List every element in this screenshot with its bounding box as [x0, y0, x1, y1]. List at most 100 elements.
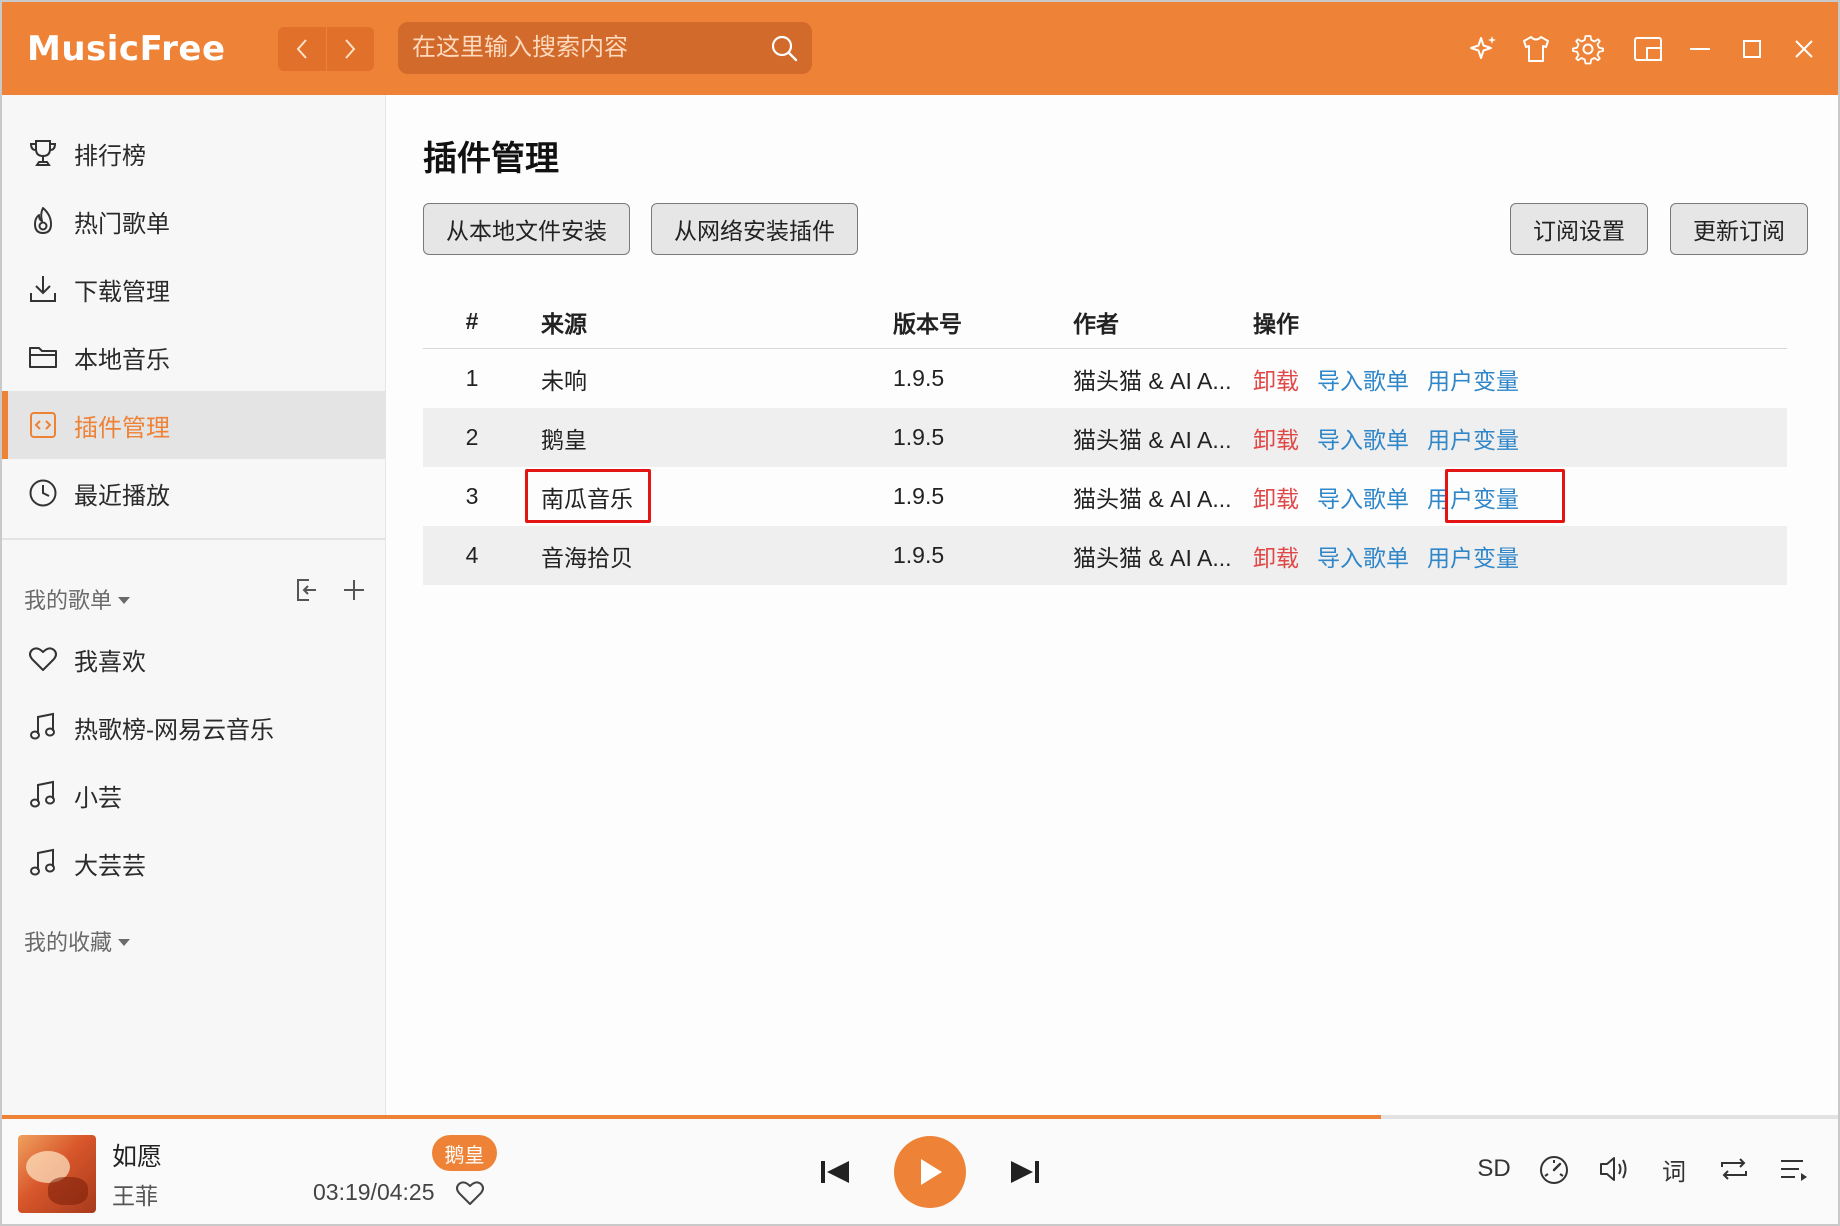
playlist-queue-button[interactable] — [1764, 1145, 1824, 1193]
table-header: # 来源 版本号 作者 操作 — [423, 295, 1787, 349]
search-box — [398, 22, 812, 74]
app-logo: MusicFree — [27, 29, 226, 69]
uninstall-link[interactable]: 卸载 — [1253, 421, 1299, 455]
header-source: 来源 — [541, 310, 587, 337]
sparkle-button[interactable] — [1458, 23, 1510, 75]
playlist-item[interactable]: 小芸 — [2, 761, 386, 829]
user-variables-link[interactable]: 用户变量 — [1427, 539, 1519, 573]
repeat-button[interactable] — [1704, 1145, 1764, 1193]
row-index: 4 — [465, 542, 479, 568]
playlist-label: 小芸 — [74, 784, 122, 812]
user-variables-link[interactable]: 用户变量 — [1427, 421, 1519, 455]
folder-icon — [26, 340, 60, 374]
history-nav — [278, 27, 374, 71]
previous-button[interactable] — [814, 1151, 856, 1193]
sidebar-item-downloads[interactable]: 下载管理 — [2, 255, 386, 323]
search-icon[interactable] — [770, 34, 798, 62]
add-playlist-button[interactable] — [337, 573, 371, 607]
album-cover[interactable] — [18, 1135, 96, 1213]
music-note-icon — [26, 846, 60, 880]
song-artist: 王菲 — [112, 1183, 158, 1209]
playlist-label: 大芸芸 — [74, 852, 146, 880]
plugin-table: # 来源 版本号 作者 操作 1 未响 1.9.5 猫头猫 & AI A... … — [423, 295, 1787, 585]
close-button[interactable] — [1778, 23, 1830, 75]
theme-button[interactable] — [1510, 23, 1562, 75]
minimize-icon — [1690, 47, 1710, 50]
header-version: 版本号 — [893, 310, 962, 337]
uninstall-link[interactable]: 卸载 — [1253, 480, 1299, 514]
settings-button[interactable] — [1562, 23, 1614, 75]
user-variables-link[interactable]: 用户变量 — [1427, 480, 1519, 514]
page-title: 插件管理 — [423, 140, 559, 178]
subscription-settings-button[interactable]: 订阅设置 — [1510, 203, 1648, 255]
playlist-item-favorites[interactable]: 我喜欢 — [2, 625, 386, 693]
sidebar-item-plugins[interactable]: 插件管理 — [2, 391, 386, 459]
my-favorites-header[interactable]: 我的收藏 — [24, 925, 131, 957]
play-button[interactable] — [894, 1136, 966, 1208]
import-playlist-button[interactable] — [289, 573, 323, 607]
player-tools: SD 词 — [1464, 1145, 1824, 1193]
speedometer-icon — [1540, 1156, 1568, 1184]
search-input[interactable] — [412, 22, 752, 74]
row-source: 南瓜音乐 — [541, 485, 633, 512]
maximize-button[interactable] — [1726, 23, 1778, 75]
table-row: 4 音海拾贝 1.9.5 猫头猫 & AI A... 卸载 导入歌单 用户变量 — [423, 526, 1787, 585]
playlist-item[interactable]: 热歌榜-网易云音乐 — [2, 693, 386, 761]
sidebar-item-hot-playlists[interactable]: 热门歌单 — [2, 187, 386, 255]
tshirt-icon — [1523, 35, 1549, 62]
row-author: 猫头猫 & AI A... — [1073, 367, 1232, 394]
import-playlist-link[interactable]: 导入歌单 — [1317, 362, 1409, 396]
my-playlists-header[interactable]: 我的歌单 — [24, 583, 131, 615]
sidebar-item-recent[interactable]: 最近播放 — [2, 459, 386, 527]
table-row: 3 南瓜音乐 1.9.5 猫头猫 & AI A... 卸载 导入歌单 用户变量 — [423, 467, 1787, 526]
mini-mode-button[interactable] — [1622, 23, 1674, 75]
sidebar-divider — [2, 538, 386, 540]
playlist-item[interactable]: 大芸芸 — [2, 829, 386, 897]
user-variables-link[interactable]: 用户变量 — [1427, 362, 1519, 396]
forward-button[interactable] — [325, 27, 375, 71]
maximize-icon — [1743, 39, 1761, 58]
gear-icon — [1572, 34, 1604, 64]
repeat-icon — [1721, 1158, 1747, 1180]
speed-button[interactable] — [1524, 1145, 1584, 1193]
heart-icon[interactable] — [454, 1177, 486, 1209]
next-button[interactable] — [1004, 1151, 1046, 1193]
uninstall-link[interactable]: 卸载 — [1253, 539, 1299, 573]
update-subscription-button[interactable]: 更新订阅 — [1670, 203, 1808, 255]
minimize-button[interactable] — [1674, 23, 1726, 75]
import-playlist-link[interactable]: 导入歌单 — [1317, 539, 1409, 573]
sidebar-item-label: 插件管理 — [74, 414, 170, 442]
my-playlists-label: 我的歌单 — [24, 588, 113, 613]
row-version: 1.9.5 — [893, 542, 945, 568]
install-network-button[interactable]: 从网络安装插件 — [651, 203, 858, 255]
back-button[interactable] — [278, 27, 326, 71]
playlist-label: 我喜欢 — [74, 648, 146, 676]
table-row: 1 未响 1.9.5 猫头猫 & AI A... 卸载 导入歌单 用户变量 — [423, 349, 1787, 408]
sidebar-item-label: 排行榜 — [74, 142, 146, 170]
import-playlist-link[interactable]: 导入歌单 — [1317, 480, 1409, 514]
row-author: 猫头猫 & AI A... — [1073, 426, 1232, 453]
sidebar-item-charts[interactable]: 排行榜 — [2, 119, 386, 187]
volume-button[interactable] — [1584, 1145, 1644, 1193]
row-version: 1.9.5 — [893, 365, 945, 391]
install-local-button[interactable]: 从本地文件安装 — [423, 203, 630, 255]
sparkle-icon — [1470, 35, 1496, 59]
player-bar: 如愿 王菲 鹅皇 03:19/04:25 SD 词 — [2, 1115, 1838, 1224]
import-playlist-link[interactable]: 导入歌单 — [1317, 421, 1409, 455]
title-bar: MusicFree — [2, 2, 1838, 95]
uninstall-link[interactable]: 卸载 — [1253, 362, 1299, 396]
chevron-right-icon — [345, 39, 356, 59]
sidebar-item-label: 下载管理 — [74, 278, 170, 306]
row-actions: 卸载 导入歌单 用户变量 — [1253, 408, 1537, 467]
mini-window-icon — [1634, 36, 1662, 61]
app-window: MusicFree 在这里输入搜索内容 排行榜 热门歌单 下载管理 本地音乐 插… — [2, 2, 1838, 1224]
fire-icon — [26, 204, 60, 238]
song-title[interactable]: 如愿 — [112, 1137, 162, 1173]
row-actions: 卸载 导入歌单 用户变量 — [1253, 467, 1537, 526]
quality-button[interactable]: SD — [1464, 1145, 1524, 1193]
progress-bar[interactable] — [2, 1115, 1838, 1119]
sidebar-item-local-music[interactable]: 本地音乐 — [2, 323, 386, 391]
my-favorites-label: 我的收藏 — [24, 930, 113, 955]
row-source: 鹅皇 — [541, 426, 587, 453]
lyrics-button[interactable]: 词 — [1644, 1145, 1704, 1193]
